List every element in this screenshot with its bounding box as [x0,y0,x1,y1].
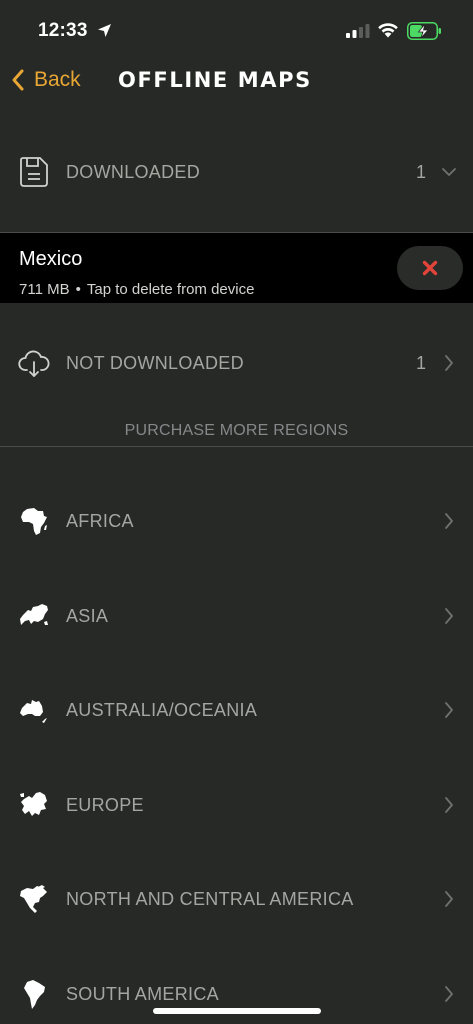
battery-charging-icon [407,22,441,40]
wifi-icon [378,23,398,38]
divider [0,446,473,447]
chevron-left-icon [12,69,24,91]
back-label: Back [34,68,81,91]
region-label: NORTH AND CENTRAL AMERICA [66,889,354,909]
cellular-signal-icon [346,24,370,38]
africa-map-icon [21,508,47,535]
downloaded-label: DOWNLOADED [66,162,201,182]
region-label: AFRICA [66,511,134,531]
delete-map-button[interactable] [397,246,463,290]
offline-maps-screen: 12:33 Back OFFLINE MAPS DOWNLOADED 1 Mex… [0,0,473,1024]
chevron-right-icon [445,797,453,813]
region-label: SOUTH AMERICA [66,984,219,1004]
region-label: ASIA [66,606,109,626]
region-label: EUROPE [66,795,144,815]
region-label: AUSTRALIA/OCEANIA [66,700,258,720]
chevron-right-icon [445,702,453,718]
downloaded-map-item[interactable]: Mexico 711 MB • Tap to delete from device [0,233,473,303]
navigation-bar: Back OFFLINE MAPS [0,62,473,106]
map-meta: 711 MB • Tap to delete from device [19,281,254,298]
back-button[interactable]: Back [10,68,81,92]
chevron-right-icon [445,608,453,624]
status-time: 12:33 [38,20,88,41]
region-row-asia[interactable]: ASIA [0,586,473,646]
location-arrow-icon [98,24,111,37]
not-downloaded-section-row[interactable]: NOT DOWNLOADED 1 [0,333,473,393]
downloaded-count: 1 [416,162,427,182]
region-row-north-central-america[interactable]: NORTH AND CENTRAL AMERICA [0,869,473,929]
page-title: OFFLINE MAPS [118,68,312,92]
chevron-right-icon [445,513,453,529]
cloud-download-icon [18,350,50,377]
home-indicator[interactable] [153,1008,321,1014]
map-size: 711 MB [19,281,70,298]
region-row-australia-oceania[interactable]: AUSTRALIA/OCEANIA [0,680,473,740]
close-x-icon [422,260,438,276]
status-bar: 12:33 [0,0,473,62]
not-downloaded-label: NOT DOWNLOADED [66,353,244,373]
australia-map-icon [20,700,47,723]
chevron-right-icon [445,355,453,371]
purchase-regions-header: PURCHASE MORE REGIONS [124,422,349,439]
chevron-right-icon [445,986,453,1002]
map-name: Mexico [19,248,83,270]
europe-map-icon [20,792,47,816]
south-america-map-icon [24,980,45,1009]
chevron-down-icon [442,168,456,176]
region-row-europe[interactable]: EUROPE [0,775,473,835]
region-row-south-america[interactable]: SOUTH AMERICA [0,964,473,1024]
chevron-right-icon [445,891,453,907]
north-america-map-icon [20,885,47,913]
not-downloaded-count: 1 [416,353,427,373]
downloaded-section-row[interactable]: DOWNLOADED 1 [0,142,473,202]
map-delete-hint: Tap to delete from device [86,281,255,298]
floppy-disk-icon [20,157,48,187]
meta-separator: • [75,281,81,298]
asia-map-icon [20,604,48,625]
region-row-africa[interactable]: AFRICA [0,491,473,551]
